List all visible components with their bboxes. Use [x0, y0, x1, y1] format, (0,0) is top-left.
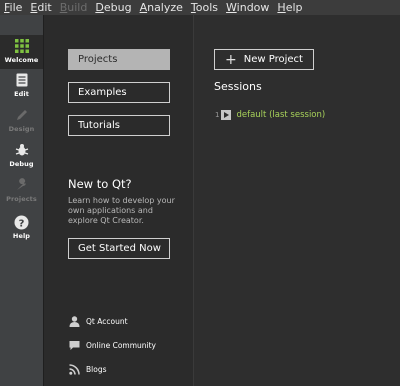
menu-help-rest: elp: [285, 1, 303, 14]
blogs-label: Blogs: [86, 364, 107, 374]
chat-icon: [68, 339, 80, 351]
menu-tools[interactable]: Tools: [187, 0, 222, 15]
online-community-link[interactable]: Online Community: [68, 339, 156, 351]
rss-icon: [68, 363, 80, 375]
user-icon: [68, 315, 80, 327]
menu-bar: File Edit Build Debug Analyze Tools Wind…: [0, 0, 400, 15]
session-item[interactable]: 1 default (last session): [215, 110, 325, 120]
new-project-label: New Project: [243, 54, 303, 65]
qt-account-link[interactable]: Qt Account: [68, 315, 128, 327]
examples-button[interactable]: Examples: [68, 82, 170, 103]
welcome-sidebar: Projects Examples Tutorials New to Qt? L…: [44, 15, 194, 386]
menu-edit-rest: dit: [37, 1, 52, 14]
plus-icon: +: [225, 51, 237, 68]
help-icon: ?: [13, 214, 31, 230]
menu-analyze[interactable]: Analyze: [136, 0, 187, 15]
mode-design[interactable]: Design: [0, 104, 43, 138]
pencil-icon: [13, 107, 31, 123]
menu-window-rest: indow: [236, 1, 270, 14]
mode-projects[interactable]: Projects: [0, 174, 43, 208]
mode-debug-label: Debug: [9, 160, 34, 168]
menu-window-mnemonic: W: [226, 1, 237, 14]
blogs-link[interactable]: Blogs: [68, 363, 107, 375]
get-started-button[interactable]: Get Started Now: [68, 238, 170, 259]
bug-icon: [13, 142, 31, 158]
menu-debug[interactable]: Debug: [91, 0, 135, 15]
menu-build[interactable]: Build: [56, 0, 92, 15]
menu-window[interactable]: Window: [222, 0, 273, 15]
menu-help[interactable]: Help: [273, 0, 306, 15]
play-icon: [221, 110, 232, 120]
mode-edit-label: Edit: [14, 90, 29, 98]
menu-analyze-rest: nalyze: [147, 1, 183, 14]
menu-debug-mnemonic: D: [95, 1, 104, 14]
projects-content: + New Project Sessions 1 default (last s…: [194, 15, 400, 386]
document-icon: [13, 72, 31, 88]
mode-welcome-label: Welcome: [4, 56, 39, 64]
mode-help-label: Help: [12, 232, 31, 240]
mode-projects-label: Projects: [6, 195, 37, 203]
projects-button[interactable]: Projects: [68, 49, 170, 70]
online-community-label: Online Community: [86, 340, 156, 350]
menu-tools-rest: ools: [195, 1, 219, 14]
session-name-link[interactable]: default (last session): [236, 110, 325, 120]
new-to-qt-heading: New to Qt?: [68, 177, 132, 191]
session-number: 1: [215, 111, 220, 119]
mode-design-label: Design: [8, 125, 35, 133]
mode-welcome[interactable]: Welcome: [0, 35, 43, 69]
mode-edit[interactable]: Edit: [0, 69, 43, 103]
menu-help-mnemonic: H: [277, 1, 286, 14]
menu-debug-rest: ebug: [103, 1, 132, 14]
svg-text:?: ?: [19, 218, 25, 229]
new-project-button[interactable]: + New Project: [214, 49, 314, 70]
menu-build-rest: uild: [67, 1, 88, 14]
qt-account-label: Qt Account: [86, 316, 128, 326]
new-to-qt-blurb: Learn how to develop your own applicatio…: [68, 196, 175, 225]
mode-selector: Welcome Edit Design Debug Projects ? Hel…: [0, 15, 44, 386]
tutorials-button[interactable]: Tutorials: [68, 115, 170, 136]
menu-file[interactable]: File: [0, 0, 26, 15]
mode-debug[interactable]: Debug: [0, 139, 43, 173]
grid-icon: [13, 38, 31, 54]
mode-help[interactable]: ? Help: [0, 211, 43, 245]
menu-file-rest: ile: [9, 1, 23, 14]
menu-edit[interactable]: Edit: [26, 0, 55, 15]
sessions-heading: Sessions: [214, 80, 262, 93]
menu-analyze-mnemonic: A: [139, 1, 148, 14]
wrench-icon: [13, 177, 31, 193]
